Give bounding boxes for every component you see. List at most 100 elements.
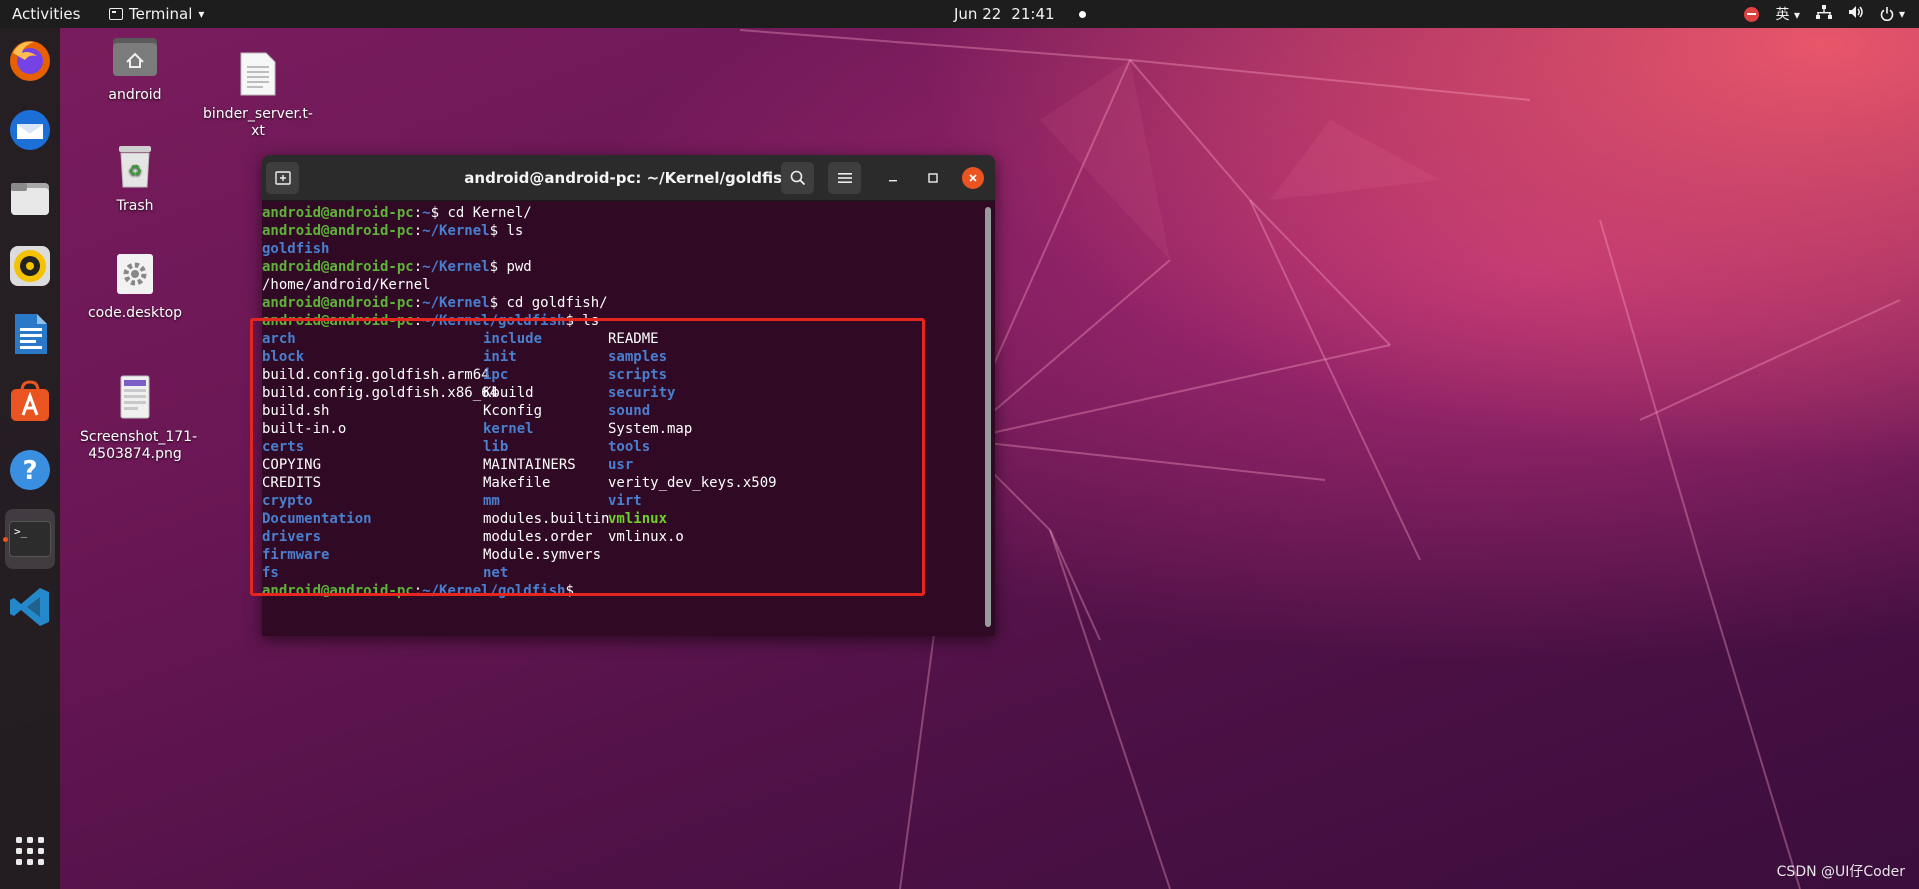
- network-icon[interactable]: [1815, 5, 1832, 23]
- terminal-scrollbar[interactable]: [985, 207, 991, 627]
- stop-icon[interactable]: [1744, 6, 1760, 22]
- clock-date: Jun 22: [954, 5, 1002, 23]
- listing-entry[interactable]: usr: [608, 456, 633, 474]
- desktop-icon-code-desktop[interactable]: code.desktop: [80, 252, 190, 322]
- prompt-user: android@android-pc: [262, 205, 414, 221]
- desktop-icon-android[interactable]: android: [80, 34, 190, 104]
- dock-writer[interactable]: [7, 311, 53, 357]
- dock-terminal[interactable]: >_: [5, 509, 55, 569]
- listing-entry[interactable]: Makefile: [483, 474, 550, 492]
- listing-entry[interactable]: Documentation: [262, 510, 372, 528]
- listing-entry[interactable]: include: [483, 330, 542, 348]
- menu-button[interactable]: [828, 162, 861, 194]
- files-icon: [11, 183, 49, 215]
- listing-entry[interactable]: samples: [608, 348, 667, 366]
- listing-entry[interactable]: COPYING: [262, 456, 321, 474]
- dock-help[interactable]: ?: [7, 447, 53, 493]
- app-menu-label: Terminal: [129, 5, 193, 23]
- input-method[interactable]: 英 ▾: [1775, 4, 1799, 24]
- prompt-command: $ cd Kernel/: [430, 205, 532, 221]
- clock[interactable]: Jun 22 21:41: [954, 5, 1086, 23]
- terminal-prompt-line: android@android-pc:~/Kernel$ pwd: [262, 258, 981, 276]
- listing-entry[interactable]: fs: [262, 564, 279, 582]
- listing-entry[interactable]: System.map: [608, 420, 692, 438]
- desktop-icon-label: Screenshot_171- 4503874.png: [80, 429, 198, 462]
- terminal-output[interactable]: android@android-pc: ~$ cd Kernel/android@…: [262, 202, 981, 636]
- search-button[interactable]: [781, 162, 814, 194]
- listing-entry[interactable]: kernel: [483, 420, 534, 438]
- terminal-titlebar[interactable]: android@android-pc: ~/Kernel/goldfish: [262, 155, 995, 201]
- maximize-button[interactable]: [922, 167, 944, 189]
- listing-entry[interactable]: firmware: [262, 546, 329, 564]
- listing-entry[interactable]: arch: [262, 330, 296, 348]
- listing-entry[interactable]: security: [608, 384, 675, 402]
- desktop-icon-trash[interactable]: ♻ Trash: [80, 143, 190, 215]
- listing-entry[interactable]: crypto: [262, 492, 313, 510]
- listing-entry[interactable]: MAINTAINERS: [483, 456, 576, 474]
- listing-entry[interactable]: sound: [608, 402, 650, 420]
- listing-entry[interactable]: Kconfig: [483, 402, 542, 420]
- listing-entry[interactable]: built-in.o: [262, 420, 346, 438]
- svg-text:♻: ♻: [128, 161, 142, 180]
- terminal-output-line: /home/android/Kernel: [262, 276, 981, 294]
- listing-entry[interactable]: mm: [483, 492, 500, 510]
- listing-entry[interactable]: build.config.goldfish.x86_64: [262, 384, 498, 402]
- dock-thunderbird[interactable]: [7, 107, 53, 153]
- listing-entry[interactable]: block: [262, 348, 304, 366]
- close-icon: [969, 174, 977, 182]
- dock: ? >_: [0, 28, 60, 889]
- trash-icon: ♻: [119, 146, 151, 188]
- listing-entry[interactable]: ipc: [483, 366, 508, 384]
- terminal-output-line: goldfish: [262, 240, 981, 258]
- system-tray[interactable]: 英 ▾ ▾: [1744, 4, 1905, 24]
- prompt-command: $ ls: [565, 313, 600, 329]
- prompt-path: ~: [422, 205, 431, 221]
- listing-entry[interactable]: modules.builtin: [483, 510, 609, 528]
- power-icon[interactable]: ▾: [1880, 7, 1905, 21]
- listing-entry[interactable]: init: [483, 348, 517, 366]
- desktop-icon-binder-server[interactable]: binder_server.t- xt: [203, 34, 313, 157]
- image-file-icon: [120, 375, 150, 419]
- listing-entry[interactable]: lib: [483, 438, 508, 456]
- top-bar: Activities Terminal ▾ Jun 22 21:41 英 ▾ ▾: [0, 0, 1919, 28]
- desktop-icon-screenshot[interactable]: Screenshot_171- 4503874.png: [80, 357, 198, 480]
- listing-row: firmware Module.symvers: [262, 546, 981, 564]
- listing-row: certs lib tools: [262, 438, 981, 456]
- listing-entry[interactable]: README: [608, 330, 659, 348]
- terminal-prompt-line: android@android-pc:~/Kernel$ ls: [262, 222, 981, 240]
- minimize-button[interactable]: [882, 167, 904, 189]
- listing-row: build.config.goldfish.arm64 ipc scripts: [262, 366, 981, 384]
- close-button[interactable]: [962, 167, 984, 189]
- listing-entry[interactable]: CREDITS: [262, 474, 321, 492]
- listing-entry[interactable]: Kbuild: [483, 384, 534, 402]
- output-text: /home/android/Kernel: [262, 277, 431, 293]
- dock-software[interactable]: [7, 379, 53, 425]
- listing-entry[interactable]: net: [483, 564, 508, 582]
- firefox-icon: [10, 41, 50, 81]
- volume-icon[interactable]: [1848, 5, 1864, 23]
- listing-entry[interactable]: certs: [262, 438, 304, 456]
- listing-entry[interactable]: modules.order: [483, 528, 593, 546]
- prompt-command: $ pwd: [489, 259, 532, 275]
- prompt-separator: :: [413, 295, 423, 311]
- dock-firefox[interactable]: [7, 38, 53, 84]
- listing-entry[interactable]: vmlinux: [608, 510, 667, 528]
- listing-entry[interactable]: tools: [608, 438, 650, 456]
- dock-files[interactable]: [7, 175, 53, 221]
- maximize-icon: [928, 173, 938, 183]
- terminal-window[interactable]: android@android-pc: ~/Kernel/goldfish an…: [262, 155, 995, 636]
- listing-entry[interactable]: verity_dev_keys.x509: [608, 474, 777, 492]
- activities-button[interactable]: Activities: [12, 5, 80, 23]
- dock-vscode[interactable]: [7, 584, 53, 630]
- dock-show-apps[interactable]: [7, 828, 53, 874]
- listing-entry[interactable]: virt: [608, 492, 642, 510]
- listing-entry[interactable]: vmlinux.o: [608, 528, 684, 546]
- listing-entry[interactable]: drivers: [262, 528, 321, 546]
- listing-entry[interactable]: build.sh: [262, 402, 329, 420]
- listing-entry[interactable]: scripts: [608, 366, 667, 384]
- app-menu[interactable]: Terminal ▾: [109, 5, 204, 23]
- listing-entry[interactable]: build.config.goldfish.arm64: [262, 366, 490, 384]
- listing-entry[interactable]: Module.symvers: [483, 546, 601, 564]
- prompt-separator: :: [413, 223, 423, 239]
- dock-rhythmbox[interactable]: [7, 243, 53, 289]
